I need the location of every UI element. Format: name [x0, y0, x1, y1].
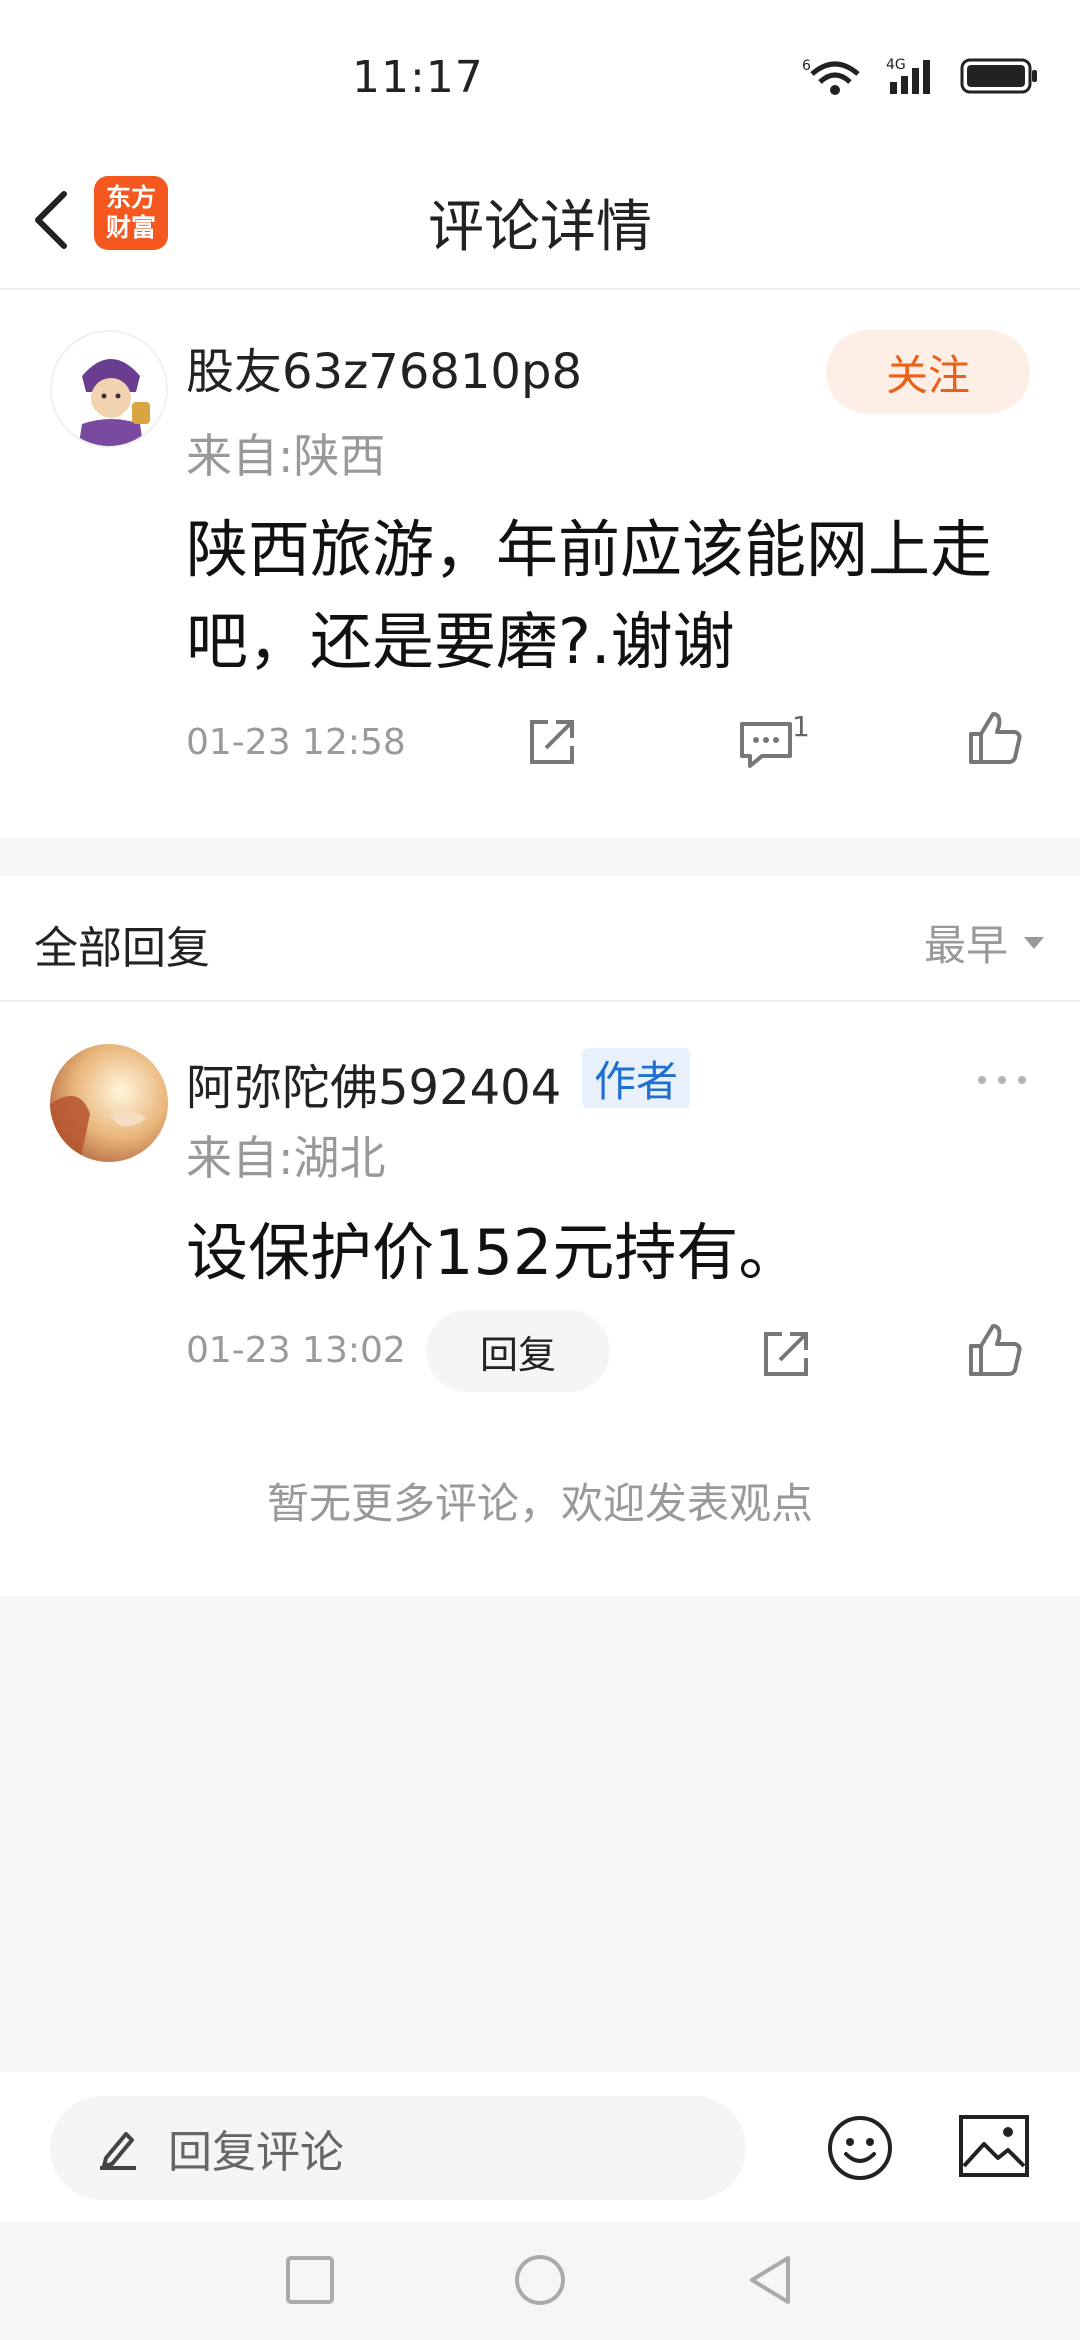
system-back-icon[interactable]: [742, 2252, 798, 2308]
author-badge: 作者: [582, 1048, 691, 1108]
username[interactable]: 股友63z76810p8: [186, 332, 582, 402]
section-divider: [0, 838, 1080, 876]
wifi-icon: 6: [802, 58, 860, 95]
comment-time: 01-23 12:58: [186, 722, 406, 763]
user-location: 来自:湖北: [186, 1131, 386, 1185]
recent-apps-icon[interactable]: [282, 2252, 338, 2308]
avatar-illustration: [52, 332, 166, 446]
page-title: 评论详情: [428, 195, 652, 260]
svg-text:4G: 4G: [886, 57, 906, 73]
status-bar: 11:17 6 4G: [0, 0, 1080, 150]
share-icon[interactable]: [756, 1324, 816, 1384]
reply-placeholder: 回复评论: [168, 2127, 344, 2178]
replies-title: 全部回复: [34, 923, 210, 974]
reply-button[interactable]: 回复: [426, 1310, 610, 1392]
comment-body: 陕西旅游，年前应该能网上走吧，还是要磨?.谢谢: [186, 513, 993, 678]
like-icon[interactable]: [965, 1320, 1025, 1380]
pen-icon: [100, 2132, 136, 2170]
user-location: 来自:陕西: [186, 429, 386, 483]
comment-icon[interactable]: [736, 712, 796, 772]
no-more-comments: 暂无更多评论，欢迎发表观点: [0, 1404, 1080, 1596]
sort-down-icon: [1024, 936, 1044, 949]
sort-label: 最早: [923, 921, 1008, 970]
emoji-icon[interactable]: [826, 2114, 894, 2182]
avatar[interactable]: [50, 1044, 168, 1162]
status-time: 11:17: [352, 52, 484, 103]
svg-text:6: 6: [802, 58, 811, 74]
share-icon[interactable]: [522, 712, 582, 772]
image-icon[interactable]: [958, 2114, 1030, 2178]
reply-body: 设保护价152元持有。: [186, 1216, 801, 1289]
nav-header: 东方 财富 评论详情: [0, 150, 1080, 290]
avatar-photo: [50, 1044, 168, 1162]
avatar[interactable]: [50, 330, 168, 448]
reply-item: 阿弥陀佛592404 作者 来自:湖北 设保护价152元持有。 01-23 13…: [0, 1004, 1080, 1404]
reply-time: 01-23 13:02: [186, 1330, 406, 1371]
username[interactable]: 阿弥陀佛592404: [186, 1048, 561, 1118]
like-icon[interactable]: [965, 708, 1025, 768]
original-comment: 股友63z76810p8 来自:陕西 关注 陕西旅游，年前应该能网上走吧，还是要…: [0, 292, 1080, 838]
comment-count: 1: [792, 710, 810, 743]
reply-input[interactable]: 回复评论: [50, 2096, 746, 2200]
empty-area: [0, 1596, 1080, 2072]
more-icon[interactable]: [972, 1070, 1032, 1090]
home-icon[interactable]: [512, 2252, 568, 2308]
follow-button[interactable]: 关注: [826, 330, 1030, 414]
bottom-bar: 回复评论: [0, 2072, 1080, 2222]
cellular-signal-icon: 4G: [886, 57, 930, 94]
sort-dropdown[interactable]: 最早: [924, 912, 1046, 973]
battery-icon: [960, 58, 1037, 94]
status-icons: 6 4G: [802, 56, 1040, 96]
system-nav-bar: [0, 2222, 1080, 2340]
replies-header: 全部回复 最早: [0, 876, 1080, 1002]
